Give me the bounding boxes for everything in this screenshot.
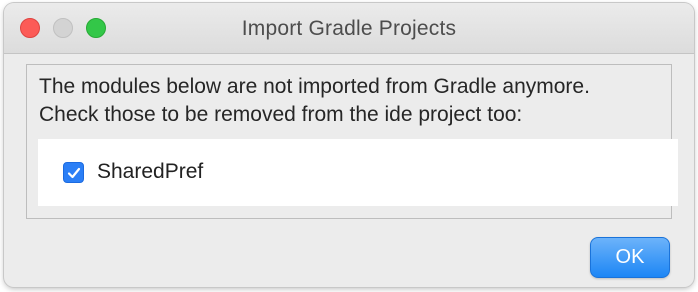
message-text: The modules below are not imported from … xyxy=(39,73,590,129)
module-checkbox[interactable] xyxy=(63,162,84,183)
list-item[interactable]: SharedPref xyxy=(38,139,678,206)
ok-button[interactable]: OK xyxy=(590,237,670,278)
modules-panel: The modules below are not imported from … xyxy=(26,64,678,219)
module-label: SharedPref xyxy=(97,160,204,183)
message-line-1: The modules below are not imported from … xyxy=(39,75,590,98)
window-title: Import Gradle Projects xyxy=(241,17,457,40)
message-line-2: Check those to be removed from the ide p… xyxy=(39,103,523,126)
import-gradle-projects-dialog: Import Gradle Projects The modules below… xyxy=(4,3,694,287)
checkmark-icon xyxy=(67,167,81,179)
module-list: SharedPref xyxy=(38,139,678,206)
title-bar[interactable]: Import Gradle Projects xyxy=(4,3,694,54)
